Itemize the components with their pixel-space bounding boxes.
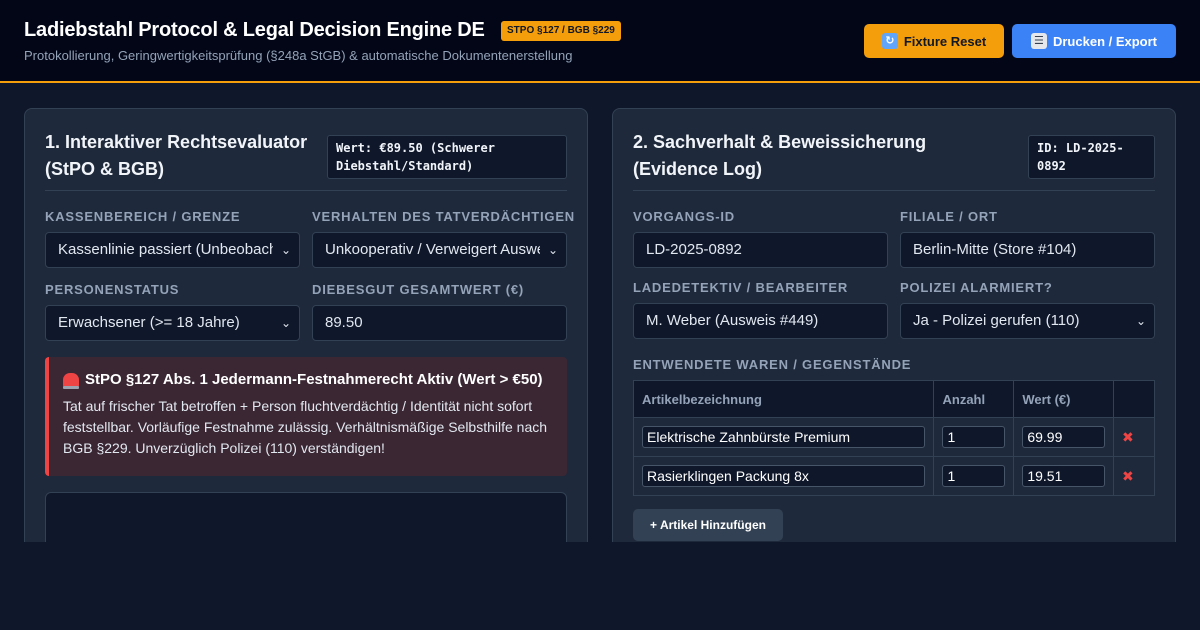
- print-export-label: Drucken / Export: [1052, 33, 1158, 49]
- item-value-input[interactable]: 19.51: [1022, 465, 1106, 487]
- print-export-button[interactable]: ☰ Drucken / Export: [1012, 24, 1176, 58]
- kasse-label: KASSENBEREICH / GRENZE: [45, 209, 241, 224]
- value-classification-tag: Wert: €89.50 (Schwerer Diebstahl/Standar…: [327, 135, 567, 179]
- item-qty-input[interactable]: 1: [942, 465, 1006, 487]
- filiale-input[interactable]: Berlin-Mitte (Store #104): [900, 232, 1155, 268]
- evaluator-title: 1. Interaktiver Rechtsevaluator (StPO & …: [45, 132, 308, 179]
- divider: [45, 190, 567, 191]
- verhalten-select[interactable]: Unkooperativ / Verweigert Ausweis ⌄: [312, 232, 567, 268]
- column-header: [1113, 380, 1155, 418]
- document-icon: ☰: [1030, 33, 1047, 49]
- detektiv-input[interactable]: M. Weber (Ausweis #449): [633, 303, 888, 339]
- chevron-down-icon: ⌄: [547, 243, 558, 257]
- siren-icon: [63, 372, 79, 389]
- polizei-label: POLIZEI ALARMIERT?: [900, 280, 1053, 295]
- waren-label: ENTWENDETE WAREN / GEGENSTÄNDE: [633, 357, 912, 372]
- alert-title-text: StPO §127 Abs. 1 Jedermann-Festnahmerech…: [85, 371, 543, 388]
- table-row: Rasierklingen Packung 8x 1 19.51 ✖: [632, 456, 1155, 496]
- action-cell: ✖: [1113, 456, 1155, 496]
- divider: [633, 190, 1155, 191]
- add-item-button[interactable]: + Artikel Hinzufügen: [633, 509, 783, 541]
- detektiv-label: LADEDETEKTIV / BEARBEITER: [633, 280, 849, 295]
- column-header: Anzahl: [933, 380, 1015, 418]
- delete-icon[interactable]: ✖: [1122, 468, 1134, 484]
- item-value-input[interactable]: 69.99: [1022, 426, 1106, 448]
- page-background: [0, 542, 1200, 630]
- evidence-title: 2. Sachverhalt & Beweissicherung (Eviden…: [633, 132, 927, 179]
- kasse-select[interactable]: Kassenlinie passiert (Unbeobachtet) ⌄: [45, 232, 300, 268]
- page-title: Ladiebstahl Protocol & Legal Decision En…: [24, 19, 485, 41]
- chevron-down-icon: ⌄: [280, 243, 291, 257]
- table-row: Elektrische Zahnbürste Premium 1 69.99 ✖: [632, 417, 1155, 457]
- qty-cell: 1: [933, 417, 1015, 457]
- alert-text: Tat auf frischer Tat betroffen + Person …: [63, 398, 548, 456]
- value-cell: 19.51: [1013, 456, 1115, 496]
- name-cell: Rasierklingen Packung 8x: [632, 456, 935, 496]
- name-cell: Elektrische Zahnbürste Premium: [632, 417, 935, 457]
- item-name-input[interactable]: Rasierklingen Packung 8x: [642, 465, 926, 487]
- legal-alert: StPO §127 Abs. 1 Jedermann-Festnahmerech…: [45, 357, 567, 476]
- polizei-select-value: Ja - Polizei gerufen (110): [913, 312, 1080, 329]
- person-select-value: Erwachsener (>= 18 Jahre): [58, 314, 240, 331]
- chevron-down-icon: ⌄: [1135, 314, 1146, 328]
- table-header-row: Artikelbezeichnung Anzahl Wert (€): [632, 380, 1155, 418]
- app-header: Ladiebstahl Protocol & Legal Decision En…: [0, 0, 1200, 83]
- legal-evaluator-panel: 1. Interaktiver Rechtsevaluator (StPO & …: [24, 108, 588, 572]
- verhalten-select-value: Unkooperativ / Verweigert Ausweis: [325, 241, 540, 258]
- column-header: Artikelbezeichnung: [632, 380, 935, 418]
- item-qty-input[interactable]: 1: [942, 426, 1006, 448]
- action-cell: ✖: [1113, 417, 1155, 457]
- polizei-select[interactable]: Ja - Polizei gerufen (110) ⌄: [900, 303, 1155, 339]
- vorgang-input[interactable]: LD-2025-0892: [633, 232, 888, 268]
- refresh-icon: ↻: [881, 33, 898, 49]
- fixture-reset-label: Fixture Reset: [903, 33, 987, 49]
- delete-icon[interactable]: ✖: [1122, 429, 1134, 445]
- wert-label: DIEBESGUT GESAMTWERT (€): [312, 282, 525, 297]
- kasse-select-value: Kassenlinie passiert (Unbeobachtet): [58, 241, 273, 258]
- vorgang-label: VORGANGS-ID: [633, 209, 735, 224]
- law-badge: STPO §127 / BGB §229: [501, 21, 621, 41]
- qty-cell: 1: [933, 456, 1015, 496]
- item-name-input[interactable]: Elektrische Zahnbürste Premium: [642, 426, 926, 448]
- items-table: Artikelbezeichnung Anzahl Wert (€) Elekt…: [632, 380, 1155, 496]
- wert-input[interactable]: 89.50: [312, 305, 567, 341]
- evidence-log-panel: 2. Sachverhalt & Beweissicherung (Eviden…: [612, 108, 1176, 558]
- verhalten-label: VERHALTEN DES TATVERDÄCHTIGEN: [312, 209, 575, 224]
- alert-title: StPO §127 Abs. 1 Jedermann-Festnahmerech…: [63, 371, 553, 389]
- chevron-down-icon: ⌄: [280, 316, 291, 330]
- page-subtitle: Protokollierung, Geringwertigkeitsprüfun…: [24, 48, 573, 63]
- column-header: Wert (€): [1013, 380, 1115, 418]
- filiale-label: FILIALE / ORT: [900, 209, 998, 224]
- person-select[interactable]: Erwachsener (>= 18 Jahre) ⌄: [45, 305, 300, 341]
- person-label: PERSONENSTATUS: [45, 282, 180, 297]
- case-id-tag: ID: LD-2025-0892: [1028, 135, 1155, 179]
- value-cell: 69.99: [1013, 417, 1115, 457]
- fixture-reset-button[interactable]: ↻ Fixture Reset: [864, 24, 1004, 58]
